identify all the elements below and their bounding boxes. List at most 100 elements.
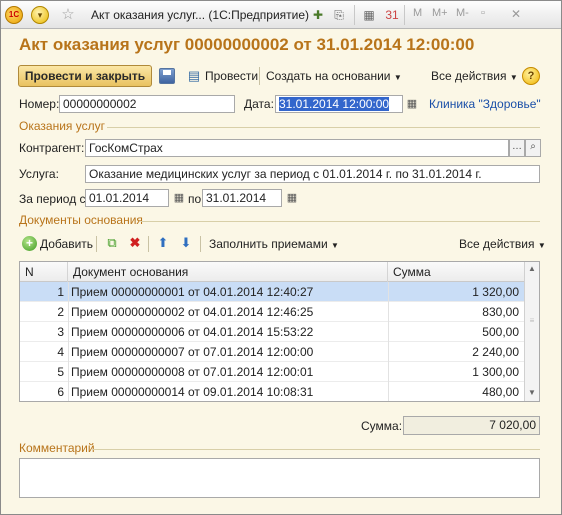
row-document: Прием 00000000008 от 07.01.2014 12:00:01 [71, 365, 314, 379]
date-field[interactable]: 31.01.2014 12:00:00 [275, 95, 403, 113]
delete-icon[interactable]: ✖ [127, 235, 143, 251]
row-sum: 1 320,00 [472, 285, 519, 299]
help-button[interactable]: ? [522, 67, 540, 85]
row-number: 4 [57, 345, 64, 359]
app-logo-icon[interactable]: 1C [5, 6, 23, 24]
memory-add-button[interactable]: M+ [432, 7, 448, 19]
counterparty-label: Контрагент: [19, 141, 85, 155]
create-based-on-label: Создать на основании [266, 69, 391, 83]
group-divider [107, 127, 540, 128]
fill-from-visits-label: Заполнить приемами [209, 237, 328, 251]
column-divider [68, 282, 69, 401]
row-sum: 2 240,00 [472, 345, 519, 359]
restore-icon[interactable]: ▫ [481, 7, 485, 19]
titlebar-separator [404, 5, 405, 25]
save-icon[interactable] [159, 68, 175, 84]
row-sum: 830,00 [482, 305, 519, 319]
menu-circle-icon[interactable]: ▾ [31, 6, 49, 24]
title-bar: 1C ▾ ☆ Акт оказания услуг... (1С:Предпри… [1, 1, 561, 29]
row-document: Прием 00000000002 от 04.01.2014 12:46:25 [71, 305, 314, 319]
table-row[interactable]: 4 Прием 00000000007 от 07.01.2014 12:00:0… [20, 342, 525, 362]
create-based-on-button[interactable]: Создать на основании ▼ [266, 65, 402, 87]
move-down-icon[interactable]: ⬇ [178, 235, 194, 251]
page-title: Акт оказания услуг 00000000002 от 31.01.… [19, 35, 475, 54]
counterparty-field[interactable]: ГосКомСтрах [85, 139, 509, 157]
table-row[interactable]: 5 Прием 00000000008 от 07.01.2014 12:00:0… [20, 362, 525, 382]
row-number: 6 [57, 385, 64, 399]
toolbar-separator [148, 236, 149, 252]
add-icon[interactable]: + [22, 236, 37, 251]
table-row[interactable]: 6 Прием 00000000014 от 09.01.2014 10:08:3… [20, 382, 525, 401]
service-field[interactable]: Оказание медицинских услуг за период с 0… [85, 165, 540, 183]
period-from-field[interactable]: 01.01.2014 [85, 189, 169, 207]
add-favorite-icon[interactable]: ✚ [310, 7, 326, 23]
all-actions-button[interactable]: Все действия ▼ [431, 65, 518, 87]
chevron-down-icon: ▼ [331, 241, 339, 250]
move-up-icon[interactable]: ⬆ [155, 235, 171, 251]
number-label: Номер: [19, 97, 60, 111]
row-sum: 500,00 [482, 325, 519, 339]
row-document: Прием 00000000007 от 07.01.2014 12:00:00 [71, 345, 314, 359]
row-number: 5 [57, 365, 64, 379]
base-documents-table[interactable]: N Документ основания Сумма 1 Прием 000000… [19, 261, 540, 402]
sum-field: 7 020,00 [403, 416, 540, 435]
base-docs-group-title: Документы основания [19, 213, 143, 227]
calendar-picker-icon[interactable]: ▦ [284, 190, 300, 206]
sum-label: Сумма: [361, 419, 403, 433]
post-and-close-button[interactable]: Провести и закрыть [18, 65, 152, 87]
chevron-down-icon: ▼ [509, 73, 518, 82]
row-sum: 1 300,00 [472, 365, 519, 379]
select-ellipsis-button[interactable]: … [509, 139, 525, 157]
link-icon[interactable]: ⎘ [331, 7, 347, 23]
period-from-label: За период с: [19, 192, 89, 206]
search-icon[interactable]: ⌕ [525, 139, 541, 157]
comment-group-title: Комментарий [19, 441, 95, 455]
fill-from-visits-button[interactable]: Заполнить приемами ▼ [209, 235, 339, 253]
period-to-field[interactable]: 31.01.2014 [202, 189, 282, 207]
date-label: Дата: [244, 97, 274, 111]
table-all-actions-button[interactable]: Все действия ▼ [459, 235, 546, 253]
copy-row-icon[interactable]: ⧉ [104, 235, 120, 251]
chevron-down-icon: ▼ [393, 73, 402, 82]
scroll-down-icon[interactable]: ▼ [525, 386, 539, 400]
table-header: N Документ основания Сумма [20, 262, 525, 282]
column-header-document[interactable]: Документ основания [68, 262, 388, 282]
column-divider [388, 282, 389, 401]
calendar-picker-icon[interactable]: ▦ [171, 190, 187, 206]
column-header-sum[interactable]: Сумма [388, 262, 525, 282]
close-icon[interactable]: ✕ [511, 7, 521, 21]
toolbar-separator [259, 67, 260, 85]
table-row[interactable]: 2 Прием 00000000002 от 04.01.2014 12:46:2… [20, 302, 525, 322]
titlebar-separator [354, 5, 355, 25]
calculator-icon[interactable]: ▦ [361, 7, 377, 23]
scroll-up-icon[interactable]: ▲ [525, 262, 539, 276]
post-button[interactable]: Провести [205, 65, 258, 87]
row-document: Прием 00000000006 от 04.01.2014 15:53:22 [71, 325, 314, 339]
organization-link[interactable]: Клиника "Здоровье" [429, 97, 541, 111]
table-row[interactable]: 1 Прием 00000000001 от 04.01.2014 12:40:2… [20, 282, 525, 302]
vertical-scrollbar[interactable]: ▲ ≡ ▼ [524, 262, 539, 401]
row-number: 1 [57, 285, 64, 299]
group-divider [93, 449, 540, 450]
table-all-actions-label: Все действия [459, 237, 535, 251]
calendar-picker-icon[interactable]: ▦ [404, 96, 420, 112]
memory-subtract-button[interactable]: M- [456, 7, 469, 19]
row-number: 3 [57, 325, 64, 339]
services-group-title: Оказания услуг [19, 119, 105, 133]
document-window: 1C ▾ ☆ Акт оказания услуг... (1С:Предпри… [0, 0, 562, 515]
window-title: Акт оказания услуг... (1С:Предприятие) [91, 8, 310, 22]
toolbar-separator [200, 236, 201, 252]
table-row[interactable]: 3 Прием 00000000006 от 04.01.2014 15:53:2… [20, 322, 525, 342]
number-field[interactable]: 00000000002 [59, 95, 235, 113]
comment-field[interactable] [19, 458, 540, 498]
post-icon[interactable]: ▤ [186, 67, 202, 85]
scroll-grip-icon[interactable]: ≡ [525, 314, 539, 328]
favorite-star-icon[interactable]: ☆ [59, 6, 77, 24]
memory-store-button[interactable]: M [413, 7, 422, 19]
row-number: 2 [57, 305, 64, 319]
row-document: Прием 00000000014 от 09.01.2014 10:08:31 [71, 385, 314, 399]
row-sum: 480,00 [482, 385, 519, 399]
add-button[interactable]: Добавить [40, 235, 93, 253]
column-header-n[interactable]: N [20, 262, 68, 282]
calendar-icon[interactable]: 31 [384, 7, 400, 23]
